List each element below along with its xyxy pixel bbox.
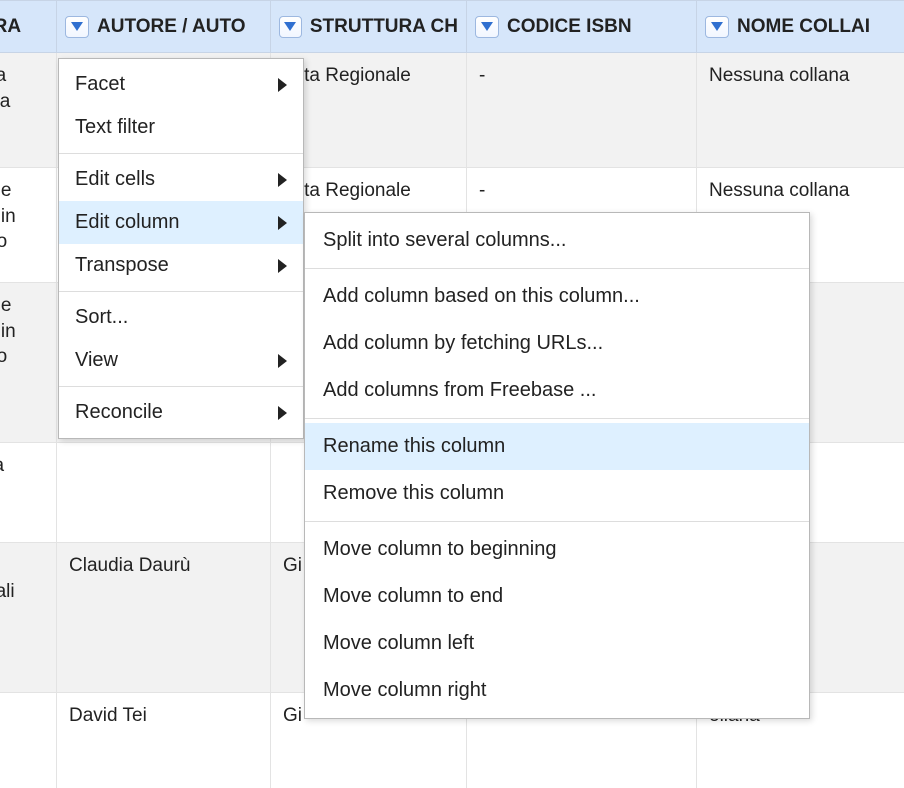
col-menu-button[interactable] xyxy=(705,16,729,38)
header-row: ERA AUTORE / AUTO STRUTTURA CH xyxy=(0,1,904,53)
menu-label: Rename this column xyxy=(323,435,505,458)
cell[interactable]: David Tei xyxy=(57,693,271,788)
chevron-down-icon xyxy=(481,22,493,32)
submenu-arrow-icon xyxy=(278,354,287,368)
col-header-isbn: CODICE ISBN xyxy=(467,1,697,53)
col-label: AUTORE / AUTO xyxy=(97,16,246,38)
menu-item-sort[interactable]: Sort... xyxy=(59,296,303,339)
menu-item-add-based[interactable]: Add column based on this column... xyxy=(305,273,809,320)
cell[interactable]: e ea inrto xyxy=(0,283,57,443)
menu-label: Sort... xyxy=(75,306,128,329)
cell[interactable]: Nessuna collana xyxy=(697,53,904,168)
cell[interactable]: - xyxy=(467,53,697,168)
menu-label: Move column to end xyxy=(323,585,503,608)
menu-label: Transpose xyxy=(75,254,169,277)
submenu-arrow-icon xyxy=(278,173,287,187)
menu-item-move-left[interactable]: Move column left xyxy=(305,620,809,667)
menu-separator xyxy=(59,386,303,387)
menu-label: Move column to beginning xyxy=(323,538,556,561)
menu-item-edit-cells[interactable]: Edit cells xyxy=(59,158,303,201)
menu-label: Add columns from Freebase ... xyxy=(323,379,596,402)
col-label: ERA xyxy=(0,16,21,38)
menu-item-move-begin[interactable]: Move column to beginning xyxy=(305,526,809,573)
submenu-arrow-icon xyxy=(278,216,287,230)
edit-column-submenu: Split into several columns... Add column… xyxy=(304,212,810,719)
menu-label: Remove this column xyxy=(323,482,504,505)
col-label: NOME COLLAI xyxy=(737,16,870,38)
menu-item-view[interactable]: View xyxy=(59,339,303,382)
menu-item-facet[interactable]: Facet xyxy=(59,63,303,106)
menu-label: Split into several columns... xyxy=(323,229,566,252)
chevron-down-icon xyxy=(711,22,723,32)
col-menu-button[interactable] xyxy=(65,16,89,38)
col-header-era: ERA xyxy=(0,1,57,53)
menu-item-add-freebase[interactable]: Add columns from Freebase ... xyxy=(305,367,809,414)
col-label: STRUTTURA CH xyxy=(310,16,458,38)
menu-item-split-columns[interactable]: Split into several columns... xyxy=(305,217,809,264)
col-menu-button[interactable] xyxy=(279,16,302,38)
chevron-down-icon xyxy=(71,22,83,32)
submenu-arrow-icon xyxy=(278,406,287,420)
col-menu-button[interactable] xyxy=(475,16,499,38)
menu-label: View xyxy=(75,349,118,372)
cell[interactable]: \ xyxy=(0,693,57,788)
menu-separator xyxy=(305,418,809,419)
menu-item-text-filter[interactable]: Text filter xyxy=(59,106,303,149)
menu-item-add-fetch-url[interactable]: Add column by fetching URLs... xyxy=(305,320,809,367)
column-menu: Facet Text filter Edit cells Edit column… xyxy=(58,58,304,439)
menu-label: Facet xyxy=(75,73,125,96)
menu-label: Text filter xyxy=(75,116,155,139)
menu-separator xyxy=(59,153,303,154)
col-label: CODICE ISBN xyxy=(507,16,632,38)
col-header-struttura: STRUTTURA CH xyxy=(271,1,467,53)
menu-item-transpose[interactable]: Transpose xyxy=(59,244,303,287)
cell[interactable]: e ea inrto xyxy=(0,168,57,283)
submenu-arrow-icon xyxy=(278,78,287,92)
cell[interactable]: nali5 xyxy=(0,543,57,693)
menu-label: Move column left xyxy=(323,632,474,655)
menu-item-move-end[interactable]: Move column to end xyxy=(305,573,809,620)
menu-item-edit-column[interactable]: Edit column xyxy=(59,201,303,244)
col-header-autore: AUTORE / AUTO xyxy=(57,1,271,53)
menu-label: Add column based on this column... xyxy=(323,285,640,308)
cell[interactable] xyxy=(57,443,271,543)
menu-label: Edit column xyxy=(75,211,180,234)
menu-item-reconcile[interactable]: Reconcile xyxy=(59,391,303,434)
menu-label: Add column by fetching URLs... xyxy=(323,332,603,355)
menu-item-rename-column[interactable]: Rename this column xyxy=(305,423,809,470)
cell[interactable]: lla xyxy=(0,443,57,543)
menu-label: Move column right xyxy=(323,679,486,702)
menu-item-move-right[interactable]: Move column right xyxy=(305,667,809,714)
menu-label: Reconcile xyxy=(75,401,163,424)
col-header-collana: NOME COLLAI xyxy=(697,1,904,53)
submenu-arrow-icon xyxy=(278,259,287,273)
cell[interactable]: napla xyxy=(0,53,57,168)
menu-separator xyxy=(305,268,809,269)
menu-item-remove-column[interactable]: Remove this column xyxy=(305,470,809,517)
chevron-down-icon xyxy=(284,22,296,32)
menu-separator xyxy=(305,521,809,522)
menu-separator xyxy=(59,291,303,292)
menu-label: Edit cells xyxy=(75,168,155,191)
cell[interactable]: Claudia Daurù xyxy=(57,543,271,693)
